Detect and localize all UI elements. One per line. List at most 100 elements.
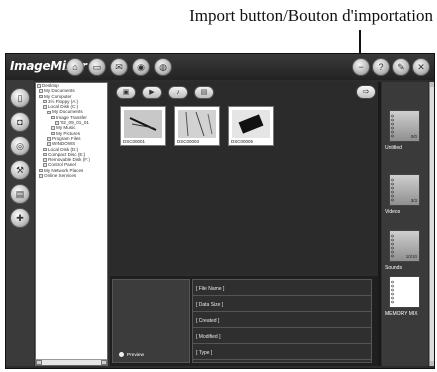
mail-button[interactable]: ✉	[110, 58, 128, 76]
wrench-icon: ⚒	[15, 165, 25, 175]
folder-icon	[51, 131, 55, 136]
album-binding-icon	[391, 114, 394, 138]
folder-icon	[39, 174, 43, 178]
thumbnail-caption: DSC00003	[177, 139, 200, 144]
web-button[interactable]: ◍	[154, 58, 172, 76]
info-created: [ Created ]	[193, 314, 371, 328]
album-untitled[interactable]: 0/0	[389, 110, 420, 142]
info-data-size: [ Data Size ]	[193, 298, 371, 312]
album-vertical-scrollbar[interactable]	[429, 82, 434, 366]
preview-label[interactable]: Preview	[119, 352, 144, 358]
close-icon: ✕	[417, 62, 425, 72]
print-button[interactable]: ▭	[88, 58, 106, 76]
info-type: [ Type ]	[193, 346, 371, 360]
web-icon: ◍	[159, 62, 167, 72]
import-button-caption: Import button/Bouton d'importation	[189, 6, 433, 25]
album-binding-icon	[391, 234, 394, 258]
new-button[interactable]: ✚	[10, 208, 30, 228]
network-icon	[39, 168, 43, 173]
thumbnail-item[interactable]: DSC00003	[174, 106, 220, 146]
mail-icon: ✉	[115, 62, 123, 72]
camera-icon: ◘	[17, 117, 23, 127]
tree-item[interactable]: Online Services	[36, 173, 107, 178]
new-icon: ✚	[16, 213, 24, 223]
home-button[interactable]: ⌂	[66, 58, 84, 76]
drive-icon	[43, 147, 47, 152]
sound-mode-button[interactable]: ♪	[168, 86, 188, 99]
wrench-button[interactable]: ⚒	[10, 160, 30, 180]
folder-tree[interactable]: Desktop My Documents My Computer 3½ Flop…	[35, 82, 108, 366]
info-file-name: [ File Name ]	[193, 282, 371, 296]
sound-mode-icon: ♪	[176, 89, 180, 96]
album-count: 0/0	[410, 134, 417, 139]
disc-icon: ◎	[16, 141, 24, 151]
video-mode-button[interactable]: ▶	[142, 86, 162, 99]
panel-divider[interactable]	[378, 82, 381, 366]
camera-button[interactable]: ◘	[10, 112, 30, 132]
status-bar	[6, 366, 434, 368]
print-icon: ▤	[15, 189, 25, 199]
info-modified: [ Modified ]	[193, 330, 371, 344]
imagemixer-window: ImageMixer ⌂ ▭ ✉ ◉ ◍ − ? ✎ ✕ ▯ ◘ ◎ ⚒ ▤ ✚…	[5, 53, 435, 369]
album-videos[interactable]: 3/3	[389, 174, 420, 206]
photo-mode-icon: ▣	[122, 89, 130, 96]
folder-icon	[37, 84, 41, 88]
thumbnail-item[interactable]: DSC00005	[228, 106, 274, 146]
cd-icon	[43, 152, 47, 157]
computer-icon	[39, 94, 43, 99]
album-name: Videos	[385, 209, 401, 215]
tools-button[interactable]: ✎	[392, 58, 410, 76]
minimize-button[interactable]: −	[352, 58, 370, 76]
thumbnail-item[interactable]: DSC00001	[120, 106, 166, 146]
album-binding-icon	[391, 280, 394, 304]
album-panel: 0/0 Untitled 3/3 Videos 10/10 Sounds MEM…	[382, 82, 428, 366]
photo-thumbnail-image	[178, 110, 216, 138]
minimize-icon: −	[358, 62, 364, 72]
folder-icon	[51, 115, 55, 120]
folder-icon	[55, 121, 59, 125]
album-name: Sounds	[385, 265, 402, 271]
album-mode-button[interactable]: ▤	[194, 86, 214, 99]
help-icon: ?	[378, 62, 384, 72]
scroll-right-arrow-icon[interactable]	[101, 360, 107, 365]
disc-button[interactable]: ◎	[10, 136, 30, 156]
title-bar: ImageMixer ⌂ ▭ ✉ ◉ ◍ − ? ✎ ✕	[6, 54, 434, 80]
thumbnail-caption: DSC00001	[123, 139, 146, 144]
import-button[interactable]: ⇨	[356, 85, 376, 99]
document-icon: ▯	[17, 93, 23, 103]
tools-icon: ✎	[397, 62, 405, 72]
photo-mode-button[interactable]: ▣	[116, 86, 136, 99]
disc-button[interactable]: ◉	[132, 58, 150, 76]
control-panel-icon	[43, 163, 47, 167]
close-button[interactable]: ✕	[412, 58, 430, 76]
print-icon: ▭	[92, 62, 102, 72]
home-icon: ⌂	[72, 62, 78, 72]
thumbnail-caption: DSC00005	[231, 139, 254, 144]
scroll-up-arrow-icon[interactable]	[430, 82, 434, 87]
album-name: Untitled	[385, 145, 402, 151]
import-icon: ⇨	[362, 87, 370, 96]
album-count: 10/10	[405, 254, 417, 259]
preview-panel: Preview [ File Name ] [ Data Size ] [ Cr…	[110, 276, 378, 366]
preview-radio-icon	[119, 352, 124, 358]
folder-icon	[47, 142, 51, 146]
album-sounds[interactable]: 10/10	[389, 230, 420, 262]
left-tool-rail: ▯ ◘ ◎ ⚒ ▤ ✚	[6, 80, 34, 368]
album-binding-icon	[391, 178, 394, 202]
folder-icon	[51, 126, 55, 130]
thumbnail-area: DSC00001 DSC00003 DSC00005	[112, 104, 376, 272]
print-button[interactable]: ▤	[10, 184, 30, 204]
album-memory-mix[interactable]	[389, 276, 420, 308]
folder-icon	[39, 89, 43, 93]
scroll-left-arrow-icon[interactable]	[36, 360, 42, 365]
video-mode-icon: ▶	[149, 89, 155, 96]
thumbnail-browser: ▣ ▶ ♪ ▤ ⇨ DSC00001 DSC00003 DSC00005	[110, 82, 378, 274]
document-button[interactable]: ▯	[10, 88, 30, 108]
file-info-panel: [ File Name ] [ Data Size ] [ Created ] …	[192, 279, 372, 363]
folder-icon	[47, 137, 51, 141]
drive-icon	[43, 105, 47, 109]
floppy-icon	[43, 99, 47, 104]
help-button[interactable]: ?	[372, 58, 390, 76]
photo-thumbnail-image	[124, 110, 162, 138]
tree-horizontal-scrollbar[interactable]	[36, 359, 107, 365]
